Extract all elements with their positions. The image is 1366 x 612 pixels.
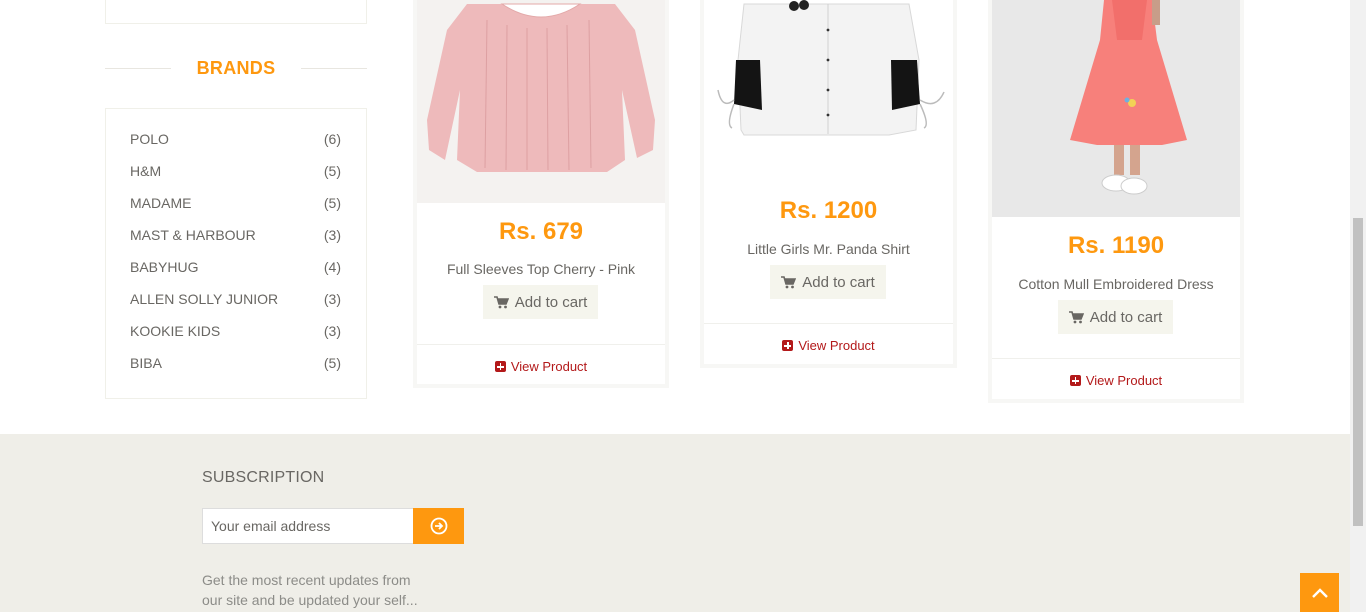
brand-name: KOOKIE KIDS: [130, 323, 221, 339]
brands-heading: BRANDS: [105, 55, 367, 81]
heading-divider-right: [301, 68, 367, 69]
add-to-cart-label: Add to cart: [514, 293, 588, 311]
brand-name: POLO: [130, 131, 169, 147]
divider: [704, 323, 953, 324]
heading-divider-left: [105, 68, 171, 69]
view-product-label: View Product: [798, 338, 875, 353]
product-name: Little Girls Mr. Panda Shirt: [747, 241, 910, 257]
email-input[interactable]: [202, 508, 414, 544]
product-price: Rs. 1190: [1067, 232, 1165, 259]
brand-name: H&M: [130, 163, 162, 179]
brand-item-kookie-kids[interactable]: KOOKIE KIDS (3): [130, 321, 341, 341]
view-product-link[interactable]: View Product: [704, 338, 953, 353]
vertical-scrollbar[interactable]: [1350, 0, 1366, 612]
brand-item-allen-solly-junior[interactable]: ALLEN SOLLY JUNIOR (3): [130, 289, 341, 309]
brand-count: (6): [323, 131, 341, 147]
brand-count: (4): [323, 259, 341, 275]
arrow-circle-right-icon: [430, 517, 447, 535]
divider: [417, 344, 665, 345]
footer-widget: SUBSCRIPTION Get the most recent updates…: [0, 434, 1350, 612]
plus-square-icon: [494, 361, 506, 372]
view-product-label: View Product: [510, 359, 588, 374]
view-product-label: View Product: [1085, 373, 1163, 388]
add-to-cart-label: Add to cart: [1089, 308, 1163, 326]
product-image[interactable]: [704, 0, 953, 182]
add-to-cart-button[interactable]: Add to cart: [770, 265, 886, 299]
subscribe-button[interactable]: [413, 508, 464, 544]
description-line: Get the most recent updates from: [202, 572, 411, 588]
subscription-description: Get the most recent updates from our sit…: [202, 570, 432, 610]
brand-item-polo[interactable]: POLO (6): [130, 129, 341, 149]
chevron-up-icon: [1311, 587, 1328, 598]
brand-count: (5): [323, 195, 341, 211]
brand-item-babyhug[interactable]: BABYHUG (4): [130, 257, 341, 277]
shopping-cart-icon: [1068, 310, 1084, 323]
product-name: Full Sleeves Top Cherry - Pink: [446, 261, 636, 277]
brand-name: BABYHUG: [130, 259, 199, 275]
add-to-cart-button[interactable]: Add to cart: [483, 285, 598, 319]
brand-name: ALLEN SOLLY JUNIOR: [130, 291, 279, 307]
product-image[interactable]: [417, 0, 665, 203]
scrollbar-thumb[interactable]: [1353, 218, 1363, 526]
brand-count: (5): [323, 355, 341, 371]
product-card: Rs. 1200 Little Girls Mr. Panda Shirt Ad…: [700, 0, 957, 368]
view-product-link[interactable]: View Product: [992, 373, 1240, 388]
shopping-cart-icon: [493, 295, 509, 308]
brand-item-biba[interactable]: BIBA (5): [130, 353, 341, 373]
add-to-cart-label: Add to cart: [802, 273, 875, 291]
view-product-link[interactable]: View Product: [417, 359, 665, 374]
brand-count: (3): [323, 291, 341, 307]
brand-name: BIBA: [130, 355, 162, 371]
product-image[interactable]: [992, 0, 1240, 217]
add-to-cart-button[interactable]: Add to cart: [1058, 300, 1173, 334]
brand-name: MAST & HARBOUR: [130, 227, 256, 243]
product-price: Rs. 1200: [779, 197, 878, 224]
brands-list: POLO (6) H&M (5) MADAME (5) MAST & HARBO…: [105, 108, 367, 399]
category-panel-bottom: [105, 0, 367, 24]
scroll-to-top-button[interactable]: [1300, 573, 1339, 612]
plus-square-icon: [782, 340, 794, 351]
product-card: Rs. 1190 Cotton Mull Embroidered Dress A…: [988, 0, 1244, 403]
product-card: Rs. 679 Full Sleeves Top Cherry - Pink A…: [413, 0, 669, 388]
brand-item-madame[interactable]: MADAME (5): [130, 193, 341, 213]
plus-square-icon: [1069, 375, 1081, 386]
brand-name: MADAME: [130, 195, 192, 211]
product-price: Rs. 679: [498, 218, 584, 245]
shopping-cart-icon: [781, 275, 797, 288]
divider: [992, 358, 1240, 359]
subscription-title: SUBSCRIPTION: [202, 469, 325, 486]
brand-count: (3): [323, 227, 341, 243]
brand-item-hm[interactable]: H&M (5): [130, 161, 341, 181]
brand-count: (5): [323, 163, 341, 179]
description-line: our site and be updated your self...: [202, 592, 418, 608]
brand-item-mast-harbour[interactable]: MAST & HARBOUR (3): [130, 225, 341, 245]
brand-count: (3): [323, 323, 341, 339]
product-name: Cotton Mull Embroidered Dress: [1018, 276, 1214, 292]
